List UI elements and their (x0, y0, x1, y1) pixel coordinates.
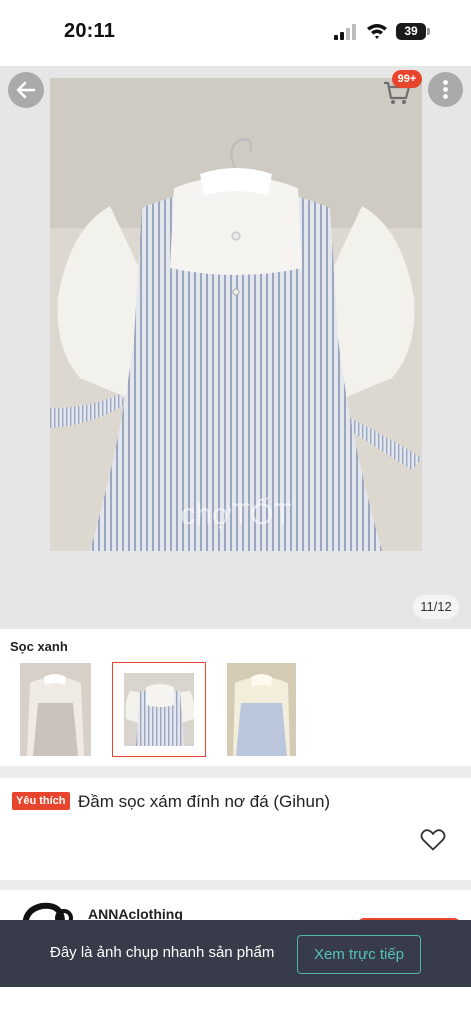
back-button[interactable] (8, 72, 44, 108)
product-title: Đầm sọc xám đính nơ đá (Gihun) (78, 792, 331, 811)
battery-level: 39 (396, 23, 426, 40)
variant-section: Sọc xanh (0, 629, 471, 766)
product-gallery[interactable]: chợTỐT 99+ 11/12 (0, 66, 471, 629)
section-divider (0, 766, 471, 778)
variant-thumbnail[interactable] (20, 663, 91, 756)
variant-thumbnail-selected[interactable] (112, 662, 206, 757)
product-info-section: Yêu thích Đầm sọc xám đính nơ đá (Gihun) (0, 778, 471, 880)
wifi-icon (367, 24, 387, 39)
cellular-signal-icon (334, 24, 356, 40)
variant-thumbnail-image (20, 663, 91, 756)
battery-nub (427, 28, 430, 35)
bottom-area (0, 987, 471, 1024)
variant-thumbnail-image (124, 673, 194, 746)
variant-thumbnail[interactable] (227, 663, 296, 756)
more-vertical-icon (443, 80, 448, 99)
view-live-button[interactable]: Xem trực tiếp (297, 935, 421, 974)
favorite-button[interactable] (420, 828, 446, 852)
watermark-text: chợTỐT (180, 497, 291, 531)
favorite-badge: Yêu thích (12, 792, 70, 810)
variant-thumbnail-image (227, 663, 296, 756)
image-counter: 11/12 (413, 595, 459, 619)
battery-indicator: 39 (396, 23, 430, 40)
status-bar: 20:11 39 (0, 0, 471, 66)
variant-label: Sọc xanh (10, 639, 68, 654)
arrow-left-icon (16, 81, 36, 99)
more-button[interactable] (428, 72, 463, 107)
cart-count-badge: 99+ (392, 70, 422, 88)
section-divider (0, 880, 471, 890)
variant-thumbnail-frame (124, 673, 194, 746)
product-photo-image: chợTỐT (50, 78, 422, 551)
snapshot-message: Đây là ảnh chụp nhanh sản phẩm (50, 944, 275, 961)
product-photo[interactable]: chợTỐT (50, 78, 422, 551)
heart-outline-icon (420, 829, 446, 851)
snapshot-banner: Đây là ảnh chụp nhanh sản phẩm Xem trực … (0, 920, 471, 987)
status-time: 20:11 (64, 20, 116, 42)
